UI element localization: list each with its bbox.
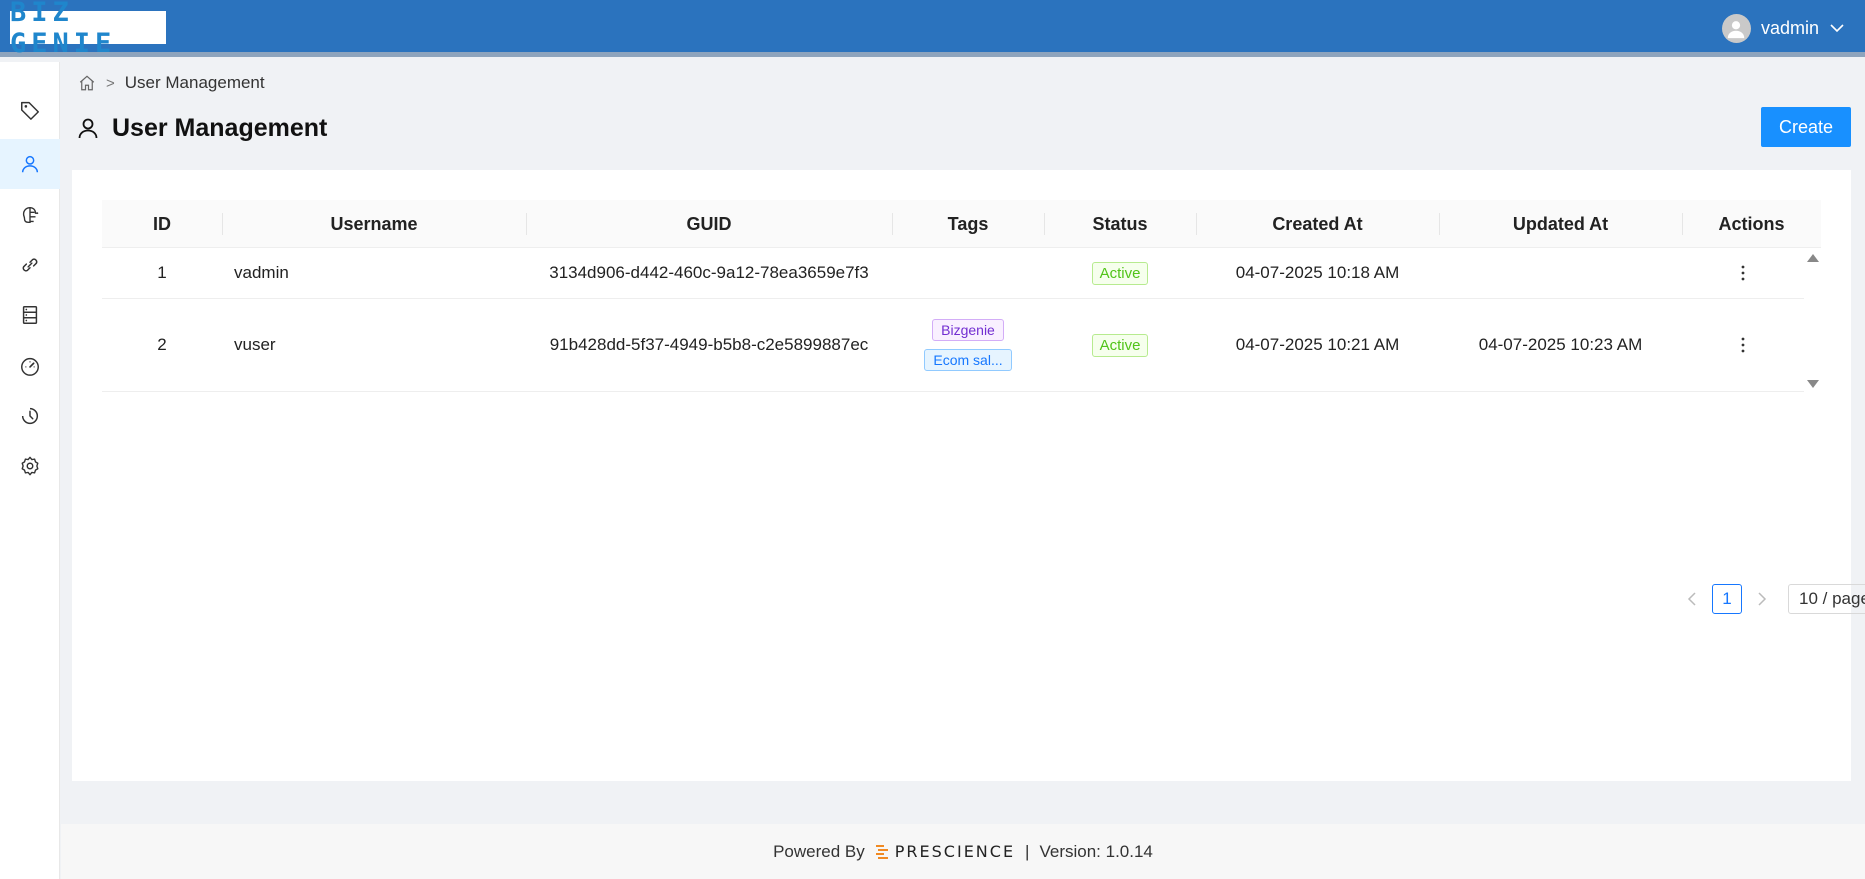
gear-icon xyxy=(21,456,39,476)
footer: Powered By PRESCIENCE | Version: 1.0.14 xyxy=(61,824,1865,879)
brain-icon xyxy=(22,206,39,224)
cell-username: vuser xyxy=(234,335,276,354)
cell-actions xyxy=(1682,299,1804,391)
cell-guid: 3134d906-d442-460c-9a12-78ea3659e7f3 xyxy=(549,263,869,282)
users-card: ID Username GUID Tags Status Created At … xyxy=(72,170,1865,781)
history-icon xyxy=(21,407,39,425)
chevron-down-icon xyxy=(1830,24,1844,33)
cell-created-at: 04-07-2025 10:21 AM xyxy=(1235,335,1400,354)
sidebar-item-links[interactable] xyxy=(0,240,60,290)
chevron-right-icon xyxy=(1758,592,1767,606)
page-title-text: User Management xyxy=(112,113,328,142)
tag-icon xyxy=(21,101,39,120)
cell-actions xyxy=(1682,248,1804,298)
cell-username: vadmin xyxy=(234,263,289,282)
tag-badge: Bizgenie xyxy=(932,319,1004,341)
brand-logo: PRESCIENCE xyxy=(875,842,1015,861)
breadcrumb-current: User Management xyxy=(124,73,265,92)
link-icon xyxy=(22,258,38,272)
column-header-tags[interactable]: Tags xyxy=(892,200,1044,248)
sidebar-item-tags[interactable] xyxy=(0,85,60,135)
column-header-id[interactable]: ID xyxy=(102,200,222,248)
page-number-button[interactable]: 1 xyxy=(1712,584,1742,614)
cell-guid: 91b428dd-5f37-4949-b5b8-c2e5899887ec xyxy=(549,335,869,354)
table-row[interactable]: 1 vadmin 3134d906-d442-460c-9a12-78ea365… xyxy=(102,248,1804,299)
version-label: Version: 1.0.14 xyxy=(1039,841,1153,861)
more-vertical-icon xyxy=(1741,265,1745,281)
dashboard-icon xyxy=(21,357,39,376)
sidebar-item-history[interactable] xyxy=(0,391,60,441)
pagination: 1 10 / page xyxy=(1682,584,1865,614)
prev-page-button[interactable] xyxy=(1682,584,1702,614)
column-header-status[interactable]: Status xyxy=(1044,200,1196,248)
sidebar-item-brain[interactable] xyxy=(0,190,60,240)
cell-status: Active xyxy=(1044,299,1196,391)
brand-name: PRESCIENCE xyxy=(894,842,1016,861)
sidebar-item-settings[interactable] xyxy=(0,441,60,491)
username-label: vadmin xyxy=(1760,17,1819,38)
column-header-username[interactable]: Username xyxy=(222,200,526,248)
cell-id: 2 xyxy=(157,335,167,354)
sidebar-item-dashboard[interactable] xyxy=(0,341,60,391)
table-row[interactable]: 2 vuser 91b428dd-5f37-4949-b5b8-c2e58998… xyxy=(102,299,1804,392)
scroll-down-arrow-icon[interactable] xyxy=(1807,380,1819,388)
chevron-left-icon xyxy=(1687,592,1696,606)
avatar xyxy=(1721,13,1751,43)
cell-updated-at xyxy=(1439,248,1682,298)
top-header: BIZ GENIE vadmin xyxy=(0,0,1865,59)
cell-status: Active xyxy=(1044,248,1196,298)
scroll-up-arrow-icon[interactable] xyxy=(1807,254,1819,262)
prescience-logo-icon xyxy=(875,844,888,859)
breadcrumb-separator: > xyxy=(106,74,115,92)
cell-id: 1 xyxy=(157,263,167,282)
user-icon xyxy=(21,155,39,173)
create-button[interactable]: Create xyxy=(1761,107,1851,147)
footer-separator: | xyxy=(1025,841,1030,861)
row-actions-button[interactable] xyxy=(1733,333,1753,357)
status-badge: Active xyxy=(1091,333,1149,357)
page-size-select[interactable]: 10 / page xyxy=(1788,584,1865,614)
column-header-actions: Actions xyxy=(1682,200,1821,248)
page-size-value: 10 / page xyxy=(1799,589,1865,608)
sidebar xyxy=(0,62,60,879)
more-vertical-icon xyxy=(1741,337,1745,353)
breadcrumb: > User Management xyxy=(78,72,265,94)
cell-created-at: 04-07-2025 10:18 AM xyxy=(1235,263,1400,282)
user-icon xyxy=(78,118,98,139)
column-header-guid[interactable]: GUID xyxy=(526,200,892,248)
user-avatar-icon xyxy=(1728,21,1745,39)
cell-tags: Bizgenie Ecom sal... xyxy=(892,299,1044,391)
sidebar-item-users[interactable] xyxy=(0,139,60,189)
column-header-updated-at[interactable]: Updated At xyxy=(1439,200,1682,248)
table-scrollbar[interactable] xyxy=(1805,248,1821,392)
user-menu[interactable]: vadmin xyxy=(1721,13,1845,43)
page-title: User Management xyxy=(76,112,327,144)
table-header: ID Username GUID Tags Status Created At … xyxy=(102,200,1821,248)
cell-updated-at: 04-07-2025 10:23 AM xyxy=(1478,335,1643,354)
column-header-created-at[interactable]: Created At xyxy=(1196,200,1439,248)
logo-text: BIZ GENIE xyxy=(10,0,117,59)
next-page-button[interactable] xyxy=(1752,584,1772,614)
row-actions-button[interactable] xyxy=(1733,261,1753,285)
sidebar-item-database[interactable] xyxy=(0,290,60,340)
tag-badge: Ecom sal... xyxy=(924,349,1012,371)
home-icon[interactable] xyxy=(78,74,96,92)
database-icon xyxy=(22,306,38,324)
cell-tags xyxy=(892,248,1044,298)
powered-by-label: Powered By xyxy=(773,841,865,861)
status-badge: Active xyxy=(1091,261,1149,285)
app-logo[interactable]: BIZ GENIE xyxy=(10,0,166,59)
